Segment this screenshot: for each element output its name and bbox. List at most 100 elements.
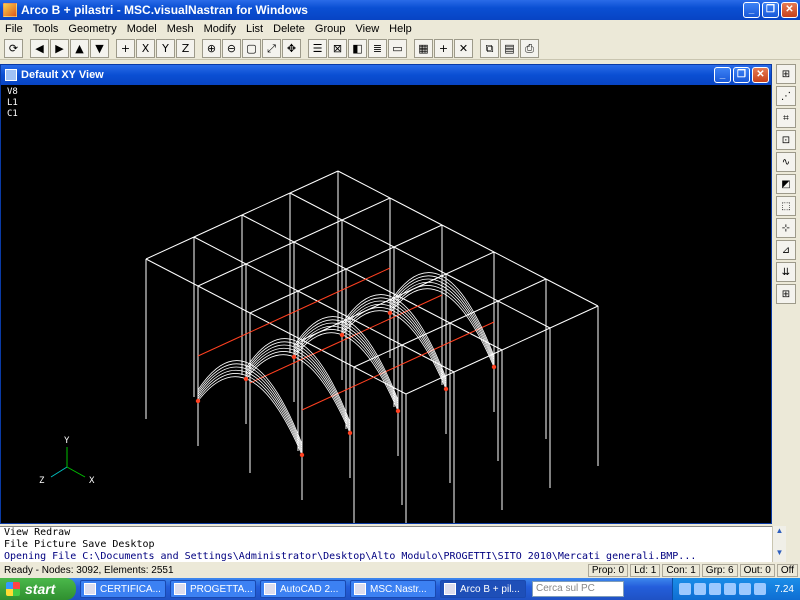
longitudinal-beam [197,333,247,357]
main-toolbar: ⟳ ◀ ▶ ▲ ▼ + X Y Z ⊕ ⊖ ▢ ⤢ ✥ ☰ ⊠ ◧ ≣ ▭ ▦ + ✕ ⧉ ▤ ⎙ [0,38,800,60]
solid-icon[interactable]: ◧ [348,39,367,58]
view-icon [5,69,17,81]
palette-curve-icon[interactable]: ∿ [776,152,796,172]
view-close-button[interactable]: ✕ [752,67,769,83]
crosshair-icon[interactable]: + [434,39,453,58]
maximize-button[interactable]: ❐ [762,2,779,18]
palette-surface-icon[interactable]: ◩ [776,174,796,194]
autoscale-icon[interactable]: ⤢ [262,39,281,58]
roof-beam [245,241,295,265]
pan-icon[interactable]: ✥ [282,39,301,58]
print-icon[interactable]: ⎙ [520,39,539,58]
roof-beam [341,219,395,248]
start-label: start [25,581,56,597]
arch-support-node [443,386,449,392]
taskbar-task[interactable]: Arco B + pil... [440,580,526,598]
arrow-up-icon[interactable]: ▲ [70,39,89,58]
taskbar-task[interactable]: MSC.Nastr... [350,580,436,598]
wireframe-icon[interactable]: ⊠ [328,39,347,58]
menu-group[interactable]: Group [310,23,351,35]
cross-icon[interactable]: ✕ [454,39,473,58]
view-window: Default XY View _ ❐ ✕ V8 L1 C1 Y Z X [0,64,772,524]
scroll-up-icon[interactable]: ▲ [773,526,786,538]
layers-icon[interactable]: ≣ [368,39,387,58]
task-label: PROGETTA... [190,583,253,595]
tray-icon[interactable] [753,583,766,595]
grid-icon[interactable]: ▦ [414,39,433,58]
menu-model[interactable]: Model [122,23,162,35]
scroll-down-icon[interactable]: ▼ [773,548,786,560]
tray-icon[interactable] [723,583,736,595]
view-minimize-button[interactable]: _ [714,67,731,83]
roof-beam [493,251,547,280]
palette-constraint-icon[interactable]: ⊿ [776,240,796,260]
menu-mesh[interactable]: Mesh [162,23,199,35]
menu-file[interactable]: File [0,23,28,35]
palette-window-icon[interactable]: ⊞ [776,284,796,304]
view-title-bar[interactable]: Default XY View _ ❐ ✕ [1,65,771,85]
menu-delete[interactable]: Delete [268,23,310,35]
copy-icon[interactable]: ⧉ [480,39,499,58]
graphics-viewport[interactable]: V8 L1 C1 Y Z X [1,85,771,523]
menu-bar: File Tools Geometry Model Mesh Modify List Dele… [0,20,800,37]
right-palette: ⊞ ⋰ ⌗ ⊡ ∿ ◩ ⬚ ⊹ ⊿ ⇊ ⊞ [776,64,798,326]
menu-list[interactable]: List [241,23,268,35]
menu-geometry[interactable]: Geometry [63,23,121,35]
roof-beam [389,197,443,226]
palette-grid-icon[interactable]: ⊡ [776,130,796,150]
task-label: Arco B + pil... [460,583,520,595]
zoom-out-icon[interactable]: ⊖ [222,39,241,58]
palette-node-icon[interactable]: ⋰ [776,86,796,106]
center-icon[interactable]: + [116,39,135,58]
menu-tools[interactable]: Tools [28,23,64,35]
status-cell: Ld: 1 [630,563,661,577]
taskbar-task[interactable]: CERTIFICA... [80,580,166,598]
roof-beam [193,214,243,238]
rotate-icon[interactable]: ⟳ [4,39,23,58]
taskbar-task[interactable]: AutoCAD 2... [260,580,346,598]
list-icon[interactable]: ☰ [308,39,327,58]
rotate-z-icon[interactable]: Z [176,39,195,58]
palette-solid-icon[interactable]: ⬚ [776,196,796,216]
taskbar-search-input[interactable]: Cerca sul PC [532,581,624,597]
rotate-x-icon[interactable]: X [136,39,155,58]
window-icon[interactable]: ▭ [388,39,407,58]
menu-help[interactable]: Help [384,23,417,35]
arrow-right-icon[interactable]: ▶ [50,39,69,58]
zoom-box-icon[interactable]: ▢ [242,39,261,58]
task-label: MSC.Nastr... [370,583,427,595]
message-output[interactable]: View Redraw File Picture Save Desktop Op… [0,526,772,562]
arrow-left-icon[interactable]: ◀ [30,39,49,58]
status-cell: Prop: 0 [587,563,629,577]
title-bar[interactable]: Arco B + pilastri - MSC.visualNastran fo… [0,0,800,20]
window-title: Arco B + pilastri - MSC.visualNastran fo… [21,3,308,17]
taskbar-task[interactable]: PROGETTA... [170,580,256,598]
arrow-down-icon[interactable]: ▼ [90,39,109,58]
output-line: View Redraw [4,527,71,538]
clipboard-icon[interactable]: ▤ [500,39,519,58]
tray-icon[interactable] [738,583,751,595]
tray-icon[interactable] [708,583,721,595]
menu-view[interactable]: View [351,23,385,35]
start-button[interactable]: start [0,578,76,600]
roof-beam [445,273,499,302]
clock: 7.24 [774,583,794,595]
app-icon[interactable] [3,3,17,17]
status-cell: Off [776,563,798,577]
menu-modify[interactable]: Modify [199,23,241,35]
view-maximize-button[interactable]: ❐ [733,67,750,83]
roof-beam [297,268,347,292]
palette-element-icon[interactable]: ⌗ [776,108,796,128]
palette-down-icon[interactable]: ⇊ [776,262,796,282]
close-button[interactable]: ✕ [781,2,798,18]
task-app-icon [354,583,366,595]
status-cell: Grp: 6 [701,563,738,577]
tray-icon[interactable] [678,583,691,595]
palette-mesh-icon[interactable]: ⊞ [776,64,796,84]
rotate-y-icon[interactable]: Y [156,39,175,58]
tray-icon[interactable] [693,583,706,595]
output-scrollbar[interactable]: ▲ ▼ [772,526,786,562]
palette-load-icon[interactable]: ⊹ [776,218,796,238]
zoom-in-icon[interactable]: ⊕ [202,39,221,58]
minimize-button[interactable]: _ [743,2,760,18]
